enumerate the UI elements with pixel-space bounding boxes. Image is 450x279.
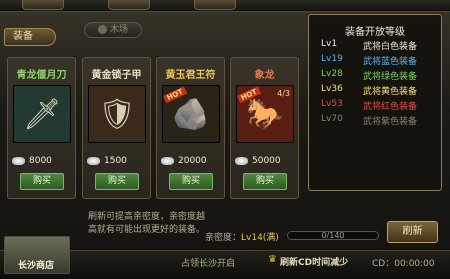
horse-icon: 🐎 [246,96,284,132]
price-value: 20000 [178,156,207,166]
wood-yard-tab[interactable]: 木场 [84,22,142,38]
equipment-tab[interactable]: 装备 [4,28,56,46]
top-tab-1[interactable] [22,0,64,10]
level-value: Lv28 [321,69,343,79]
level-row: Lv1 武将白色装备 [321,39,439,52]
fragment-count: 4/3 [277,89,290,98]
item-price: 20000 [161,156,222,166]
top-tab-strip [0,0,450,12]
occupy-suffix: 开启 [217,259,236,269]
occupy-city: 长沙 [199,259,218,269]
unlock-level-tooltip: 装备开放等级 Lv1 武将白色装备 Lv19 武将蓝色装备 Lv28 武将绿色装… [308,14,442,191]
price-value: 8000 [29,156,52,166]
shop-item-card: 象龙 🐎 HOT 4/3 50000 购买 [230,57,299,199]
top-tab-2[interactable] [108,0,150,10]
shop-item-card: 黄金锁子甲 🛡 1500 购买 [82,57,151,199]
item-price: 8000 [12,156,73,166]
item-image[interactable]: 🗡 [13,85,71,143]
equipment-tier: 武将黄色装备 [363,87,418,97]
level-row: Lv70 武将紫色装备 [321,114,439,127]
blade-icon: 🗡 [22,96,62,132]
level-value: Lv19 [321,54,343,64]
wood-yard-label: 木场 [109,25,128,35]
occupy-prefix: 占领 [181,259,200,269]
buy-button[interactable]: 购买 [95,173,139,190]
silver-coin-icon [12,156,25,165]
item-name: 黄玉君王符 [165,70,216,81]
level-value: Lv1 [321,39,338,49]
silver-coin-icon [235,156,248,165]
item-name: 象龙 [254,70,275,81]
shop-item-card: 黄玉君王符 🪨 HOT 20000 购买 [156,57,225,199]
level-value: Lv53 [321,99,343,109]
intimacy-label: 亲密度： [205,233,242,243]
item-image[interactable]: 🛡 [88,85,146,143]
level-value: Lv36 [321,84,343,94]
hint-line: 刷新可提高亲密度，亲密度越 [88,212,206,222]
item-name: 黄金锁子甲 [91,70,142,81]
item-price: 50000 [235,156,296,166]
level-row: Lv36 武将黄色装备 [321,84,439,97]
wood-icon [97,25,107,34]
item-image[interactable]: 🪨 HOT [162,85,220,143]
tooltip-title: 装备开放等级 [345,27,405,38]
buy-button[interactable]: 购买 [243,173,287,190]
equipment-tier: 武将绿色装备 [363,72,418,82]
level-value: Lv70 [321,114,343,124]
intimacy-progress-text: 0/140 [321,231,345,240]
seal-icon: 🪨 [172,96,210,132]
armor-icon: 🛡 [97,96,137,132]
equipment-tier: 武将白色装备 [363,42,418,52]
top-tab-3[interactable] [194,0,236,10]
reduce-star-icon: ♛ [268,254,277,265]
intimacy-progress-bar: 0/140 [287,231,379,240]
cd-timer: CD：00:00:00 [372,259,435,269]
refresh-button[interactable]: 刷新 [387,221,438,243]
intimacy-level: Lv14(满) [241,233,279,243]
buy-button[interactable]: 购买 [20,173,64,190]
level-row: Lv28 武将绿色装备 [321,69,439,82]
equipment-tier: 武将红色装备 [363,102,418,112]
level-row: Lv53 武将红色装备 [321,99,439,112]
item-name: 青龙偃月刀 [16,70,67,81]
item-price: 1500 [87,156,148,166]
silver-coin-icon [161,156,174,165]
price-value: 1500 [104,156,127,166]
silver-coin-icon [87,156,100,165]
item-image[interactable]: 🐎 HOT 4/3 [236,85,294,143]
equipment-tier: 武将蓝色装备 [363,57,418,67]
level-row: Lv19 武将蓝色装备 [321,54,439,67]
city-shop-label: 长沙商店 [18,261,55,271]
occupy-hint: 占领长沙开启 [181,256,235,269]
price-value: 50000 [252,156,281,166]
equipment-tier: 武将紫色装备 [363,117,418,127]
intimacy-meter: 亲密度： Lv14(满) 0/140 [205,230,379,243]
shop-item-card: 青龙偃月刀 🗡 8000 购买 [7,57,76,199]
buy-button[interactable]: 购买 [169,173,213,190]
cd-reduce-label: 刷新CD时间减少 [280,258,349,268]
